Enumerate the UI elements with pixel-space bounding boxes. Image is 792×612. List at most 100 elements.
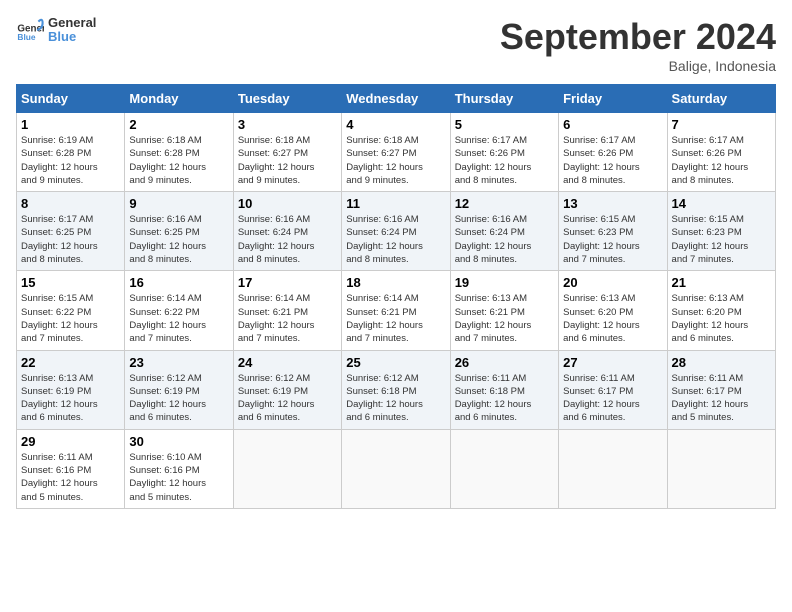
day-info: Sunrise: 6:12 AMSunset: 6:19 PMDaylight:… (129, 372, 228, 425)
day-number: 22 (21, 355, 120, 370)
calendar-cell: 15 Sunrise: 6:15 AMSunset: 6:22 PMDaylig… (17, 271, 125, 350)
calendar-cell: 1 Sunrise: 6:19 AMSunset: 6:28 PMDayligh… (17, 113, 125, 192)
calendar-cell: 6 Sunrise: 6:17 AMSunset: 6:26 PMDayligh… (559, 113, 667, 192)
calendar-cell: 14 Sunrise: 6:15 AMSunset: 6:23 PMDaylig… (667, 192, 775, 271)
day-number: 28 (672, 355, 771, 370)
day-number: 25 (346, 355, 445, 370)
day-number: 13 (563, 196, 662, 211)
day-number: 29 (21, 434, 120, 449)
calendar-cell: 10 Sunrise: 6:16 AMSunset: 6:24 PMDaylig… (233, 192, 341, 271)
day-number: 3 (238, 117, 337, 132)
calendar-cell: 29 Sunrise: 6:11 AMSunset: 6:16 PMDaylig… (17, 429, 125, 508)
day-info: Sunrise: 6:17 AMSunset: 6:26 PMDaylight:… (672, 134, 771, 187)
calendar-cell (342, 429, 450, 508)
col-header-friday: Friday (559, 85, 667, 113)
day-number: 27 (563, 355, 662, 370)
calendar-cell: 23 Sunrise: 6:12 AMSunset: 6:19 PMDaylig… (125, 350, 233, 429)
day-info: Sunrise: 6:16 AMSunset: 6:24 PMDaylight:… (346, 213, 445, 266)
col-header-monday: Monday (125, 85, 233, 113)
day-number: 8 (21, 196, 120, 211)
month-title: September 2024 (500, 16, 776, 58)
day-info: Sunrise: 6:13 AMSunset: 6:20 PMDaylight:… (672, 292, 771, 345)
day-number: 4 (346, 117, 445, 132)
calendar-cell: 30 Sunrise: 6:10 AMSunset: 6:16 PMDaylig… (125, 429, 233, 508)
calendar-cell (559, 429, 667, 508)
col-header-thursday: Thursday (450, 85, 558, 113)
day-info: Sunrise: 6:12 AMSunset: 6:19 PMDaylight:… (238, 372, 337, 425)
day-number: 19 (455, 275, 554, 290)
logo: General Blue General Blue (16, 16, 96, 45)
day-number: 6 (563, 117, 662, 132)
day-info: Sunrise: 6:17 AMSunset: 6:26 PMDaylight:… (455, 134, 554, 187)
col-header-sunday: Sunday (17, 85, 125, 113)
day-number: 18 (346, 275, 445, 290)
calendar-cell: 25 Sunrise: 6:12 AMSunset: 6:18 PMDaylig… (342, 350, 450, 429)
day-number: 26 (455, 355, 554, 370)
calendar-cell: 12 Sunrise: 6:16 AMSunset: 6:24 PMDaylig… (450, 192, 558, 271)
calendar-cell: 21 Sunrise: 6:13 AMSunset: 6:20 PMDaylig… (667, 271, 775, 350)
calendar-cell: 18 Sunrise: 6:14 AMSunset: 6:21 PMDaylig… (342, 271, 450, 350)
day-info: Sunrise: 6:18 AMSunset: 6:27 PMDaylight:… (346, 134, 445, 187)
day-number: 23 (129, 355, 228, 370)
calendar-cell: 13 Sunrise: 6:15 AMSunset: 6:23 PMDaylig… (559, 192, 667, 271)
calendar-week-4: 22 Sunrise: 6:13 AMSunset: 6:19 PMDaylig… (17, 350, 776, 429)
day-info: Sunrise: 6:18 AMSunset: 6:27 PMDaylight:… (238, 134, 337, 187)
calendar-cell: 8 Sunrise: 6:17 AMSunset: 6:25 PMDayligh… (17, 192, 125, 271)
calendar-cell: 27 Sunrise: 6:11 AMSunset: 6:17 PMDaylig… (559, 350, 667, 429)
day-number: 16 (129, 275, 228, 290)
calendar-body: 1 Sunrise: 6:19 AMSunset: 6:28 PMDayligh… (17, 113, 776, 509)
day-number: 20 (563, 275, 662, 290)
calendar-cell: 20 Sunrise: 6:13 AMSunset: 6:20 PMDaylig… (559, 271, 667, 350)
day-info: Sunrise: 6:16 AMSunset: 6:25 PMDaylight:… (129, 213, 228, 266)
title-block: September 2024 Balige, Indonesia (500, 16, 776, 74)
day-number: 5 (455, 117, 554, 132)
logo-icon: General Blue (16, 16, 44, 44)
calendar-cell: 28 Sunrise: 6:11 AMSunset: 6:17 PMDaylig… (667, 350, 775, 429)
day-info: Sunrise: 6:13 AMSunset: 6:19 PMDaylight:… (21, 372, 120, 425)
logo-general-text: General (48, 16, 96, 30)
day-info: Sunrise: 6:14 AMSunset: 6:21 PMDaylight:… (346, 292, 445, 345)
calendar-cell: 3 Sunrise: 6:18 AMSunset: 6:27 PMDayligh… (233, 113, 341, 192)
day-info: Sunrise: 6:17 AMSunset: 6:26 PMDaylight:… (563, 134, 662, 187)
day-info: Sunrise: 6:16 AMSunset: 6:24 PMDaylight:… (238, 213, 337, 266)
calendar-header-row: SundayMondayTuesdayWednesdayThursdayFrid… (17, 85, 776, 113)
day-number: 15 (21, 275, 120, 290)
day-info: Sunrise: 6:14 AMSunset: 6:22 PMDaylight:… (129, 292, 228, 345)
day-info: Sunrise: 6:15 AMSunset: 6:23 PMDaylight:… (563, 213, 662, 266)
calendar-cell: 5 Sunrise: 6:17 AMSunset: 6:26 PMDayligh… (450, 113, 558, 192)
col-header-wednesday: Wednesday (342, 85, 450, 113)
day-info: Sunrise: 6:13 AMSunset: 6:21 PMDaylight:… (455, 292, 554, 345)
calendar-week-3: 15 Sunrise: 6:15 AMSunset: 6:22 PMDaylig… (17, 271, 776, 350)
calendar-cell: 4 Sunrise: 6:18 AMSunset: 6:27 PMDayligh… (342, 113, 450, 192)
calendar-cell: 26 Sunrise: 6:11 AMSunset: 6:18 PMDaylig… (450, 350, 558, 429)
day-info: Sunrise: 6:16 AMSunset: 6:24 PMDaylight:… (455, 213, 554, 266)
col-header-saturday: Saturday (667, 85, 775, 113)
location: Balige, Indonesia (500, 58, 776, 74)
day-number: 17 (238, 275, 337, 290)
logo-blue-text: Blue (48, 30, 96, 44)
calendar-cell (233, 429, 341, 508)
calendar-cell: 19 Sunrise: 6:13 AMSunset: 6:21 PMDaylig… (450, 271, 558, 350)
calendar-cell: 24 Sunrise: 6:12 AMSunset: 6:19 PMDaylig… (233, 350, 341, 429)
calendar-table: SundayMondayTuesdayWednesdayThursdayFrid… (16, 84, 776, 509)
day-number: 30 (129, 434, 228, 449)
calendar-cell: 11 Sunrise: 6:16 AMSunset: 6:24 PMDaylig… (342, 192, 450, 271)
day-number: 2 (129, 117, 228, 132)
day-info: Sunrise: 6:11 AMSunset: 6:17 PMDaylight:… (672, 372, 771, 425)
day-number: 14 (672, 196, 771, 211)
day-info: Sunrise: 6:11 AMSunset: 6:17 PMDaylight:… (563, 372, 662, 425)
calendar-cell: 17 Sunrise: 6:14 AMSunset: 6:21 PMDaylig… (233, 271, 341, 350)
col-header-tuesday: Tuesday (233, 85, 341, 113)
day-info: Sunrise: 6:11 AMSunset: 6:18 PMDaylight:… (455, 372, 554, 425)
page-header: General Blue General Blue September 2024… (16, 16, 776, 74)
day-info: Sunrise: 6:17 AMSunset: 6:25 PMDaylight:… (21, 213, 120, 266)
calendar-cell: 9 Sunrise: 6:16 AMSunset: 6:25 PMDayligh… (125, 192, 233, 271)
calendar-week-5: 29 Sunrise: 6:11 AMSunset: 6:16 PMDaylig… (17, 429, 776, 508)
svg-text:Blue: Blue (17, 32, 35, 42)
calendar-cell: 22 Sunrise: 6:13 AMSunset: 6:19 PMDaylig… (17, 350, 125, 429)
calendar-cell: 7 Sunrise: 6:17 AMSunset: 6:26 PMDayligh… (667, 113, 775, 192)
day-info: Sunrise: 6:18 AMSunset: 6:28 PMDaylight:… (129, 134, 228, 187)
calendar-cell (667, 429, 775, 508)
calendar-cell: 2 Sunrise: 6:18 AMSunset: 6:28 PMDayligh… (125, 113, 233, 192)
day-info: Sunrise: 6:10 AMSunset: 6:16 PMDaylight:… (129, 451, 228, 504)
